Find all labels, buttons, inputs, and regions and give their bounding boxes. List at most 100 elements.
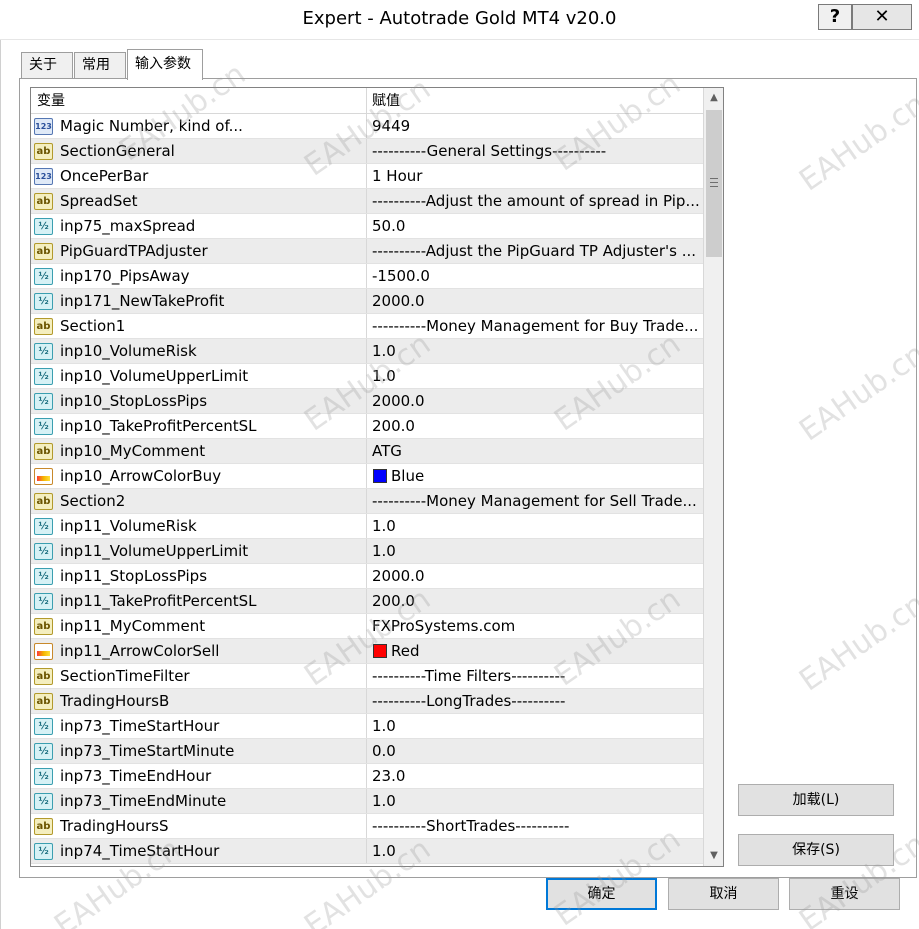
save-button[interactable]: 保存(S) [738,834,894,866]
variable-cell[interactable]: inp10_ArrowColorBuy [31,464,367,488]
value-cell[interactable]: 2000.0 [367,389,703,413]
tab-common[interactable]: 常用 [74,52,126,79]
value-cell[interactable]: 9449 [367,114,703,138]
table-row[interactable]: inp10_ArrowColorBuy Blue [31,464,703,489]
grid-scrollbar[interactable]: ▲ ▼ [703,88,723,866]
value-cell[interactable]: ----------Adjust the amount of spread in… [367,189,703,213]
value-cell[interactable]: 1.0 [367,789,703,813]
table-row[interactable]: ½ inp73_TimeEndHour 23.0 [31,764,703,789]
column-header-value[interactable]: 赋值 [367,88,703,114]
value-cell[interactable]: 200.0 [367,589,703,613]
value-cell[interactable]: -1500.0 [367,264,703,288]
variable-cell[interactable]: ½ inp10_VolumeUpperLimit [31,364,367,388]
value-cell[interactable]: 2000.0 [367,289,703,313]
table-row[interactable]: ½ inp73_TimeStartMinute 0.0 [31,739,703,764]
load-button[interactable]: 加载(L) [738,784,894,816]
variable-cell[interactable]: ½ inp73_TimeEndMinute [31,789,367,813]
variable-cell[interactable]: inp11_ArrowColorSell [31,639,367,663]
value-cell[interactable]: Blue [367,464,703,488]
table-row[interactable]: inp11_ArrowColorSell Red [31,639,703,664]
value-cell[interactable]: 1 Hour [367,164,703,188]
table-row[interactable]: ½ inp11_VolumeUpperLimit 1.0 [31,539,703,564]
variable-cell[interactable]: ½ inp171_NewTakeProfit [31,289,367,313]
table-row[interactable]: ½ inp10_VolumeRisk 1.0 [31,339,703,364]
value-cell[interactable]: 1.0 [367,364,703,388]
close-button[interactable]: ✕ [852,4,912,30]
variable-cell[interactable]: ½ inp73_TimeStartHour [31,714,367,738]
variable-cell[interactable]: ab SectionGeneral [31,139,367,163]
table-row[interactable]: ab Section2 ----------Money Management for… [31,489,703,514]
table-row[interactable]: ½ inp171_NewTakeProfit 2000.0 [31,289,703,314]
variable-cell[interactable]: ab PipGuardTPAdjuster [31,239,367,263]
variable-cell[interactable]: ½ inp11_VolumeUpperLimit [31,539,367,563]
variable-cell[interactable]: ab TradingHoursB [31,689,367,713]
table-row[interactable]: ½ inp10_StopLossPips 2000.0 [31,389,703,414]
reset-button[interactable]: 重设 [789,878,900,910]
scroll-up-icon[interactable]: ▲ [704,88,723,108]
tab-inputs[interactable]: 输入参数 [127,49,203,80]
table-row[interactable]: ab inp11_MyComment FXProSystems.com [31,614,703,639]
value-cell[interactable]: ----------Money Management for Sell Trad… [367,489,703,513]
variable-cell[interactable]: ab SpreadSet [31,189,367,213]
value-cell[interactable]: 50.0 [367,214,703,238]
table-row[interactable]: ½ inp75_maxSpread 50.0 [31,214,703,239]
value-cell[interactable]: ----------ShortTrades---------- [367,814,703,838]
variable-cell[interactable]: ½ inp10_TakeProfitPercentSL [31,414,367,438]
table-row[interactable]: 123 OncePerBar 1 Hour [31,164,703,189]
value-cell[interactable]: 23.0 [367,764,703,788]
variable-cell[interactable]: ab TradingHoursS [31,814,367,838]
value-cell[interactable]: ATG [367,439,703,463]
help-button[interactable]: ? [818,4,852,30]
value-cell[interactable]: ----------Adjust the PipGuard TP Adjuste… [367,239,703,263]
variable-cell[interactable]: ½ inp11_VolumeRisk [31,514,367,538]
value-cell[interactable]: ----------LongTrades---------- [367,689,703,713]
value-cell[interactable]: 1.0 [367,539,703,563]
variable-cell[interactable]: ab inp10_MyComment [31,439,367,463]
table-row[interactable]: ½ inp170_PipsAway -1500.0 [31,264,703,289]
value-cell[interactable]: Red [367,639,703,663]
table-row[interactable]: ab TradingHoursS ----------ShortTrades----… [31,814,703,839]
value-cell[interactable]: ----------Time Filters---------- [367,664,703,688]
value-cell[interactable]: 2000.0 [367,564,703,588]
value-cell[interactable]: ----------General Settings---------- [367,139,703,163]
variable-cell[interactable]: ab SectionTimeFilter [31,664,367,688]
table-row[interactable]: ½ inp11_VolumeRisk 1.0 [31,514,703,539]
value-cell[interactable]: 0.0 [367,739,703,763]
table-row[interactable]: ½ inp74_TimeStartHour 1.0 [31,839,703,864]
value-cell[interactable]: ----------Money Management for Buy Trade… [367,314,703,338]
value-cell[interactable]: 1.0 [367,514,703,538]
table-row[interactable]: ½ inp11_TakeProfitPercentSL 200.0 [31,589,703,614]
scroll-down-icon[interactable]: ▼ [704,846,723,866]
table-row[interactable]: ab TradingHoursB ----------LongTrades-----… [31,689,703,714]
table-row[interactable]: ab inp10_MyComment ATG [31,439,703,464]
variable-cell[interactable]: ½ inp11_TakeProfitPercentSL [31,589,367,613]
value-cell[interactable]: 1.0 [367,714,703,738]
ok-button[interactable]: 确定 [546,878,657,910]
variable-cell[interactable]: 123 OncePerBar [31,164,367,188]
variable-cell[interactable]: 123 Magic Number, kind of... [31,114,367,138]
table-row[interactable]: ½ inp73_TimeEndMinute 1.0 [31,789,703,814]
scroll-thumb[interactable] [706,110,722,257]
variable-cell[interactable]: ab Section2 [31,489,367,513]
table-row[interactable]: ab PipGuardTPAdjuster ----------Adjust the… [31,239,703,264]
variable-cell[interactable]: ½ inp10_StopLossPips [31,389,367,413]
variable-cell[interactable]: ½ inp10_VolumeRisk [31,339,367,363]
table-row[interactable]: 123 Magic Number, kind of... 9449 [31,114,703,139]
tab-about[interactable]: 关于 [21,52,73,79]
value-cell[interactable]: 1.0 [367,339,703,363]
table-row[interactable]: ab SectionGeneral ----------General Settin… [31,139,703,164]
variable-cell[interactable]: ½ inp170_PipsAway [31,264,367,288]
table-row[interactable]: ab SpreadSet ----------Adjust the amount o… [31,189,703,214]
variable-cell[interactable]: ½ inp73_TimeStartMinute [31,739,367,763]
value-cell[interactable]: 1.0 [367,839,703,863]
variable-cell[interactable]: ½ inp75_maxSpread [31,214,367,238]
table-row[interactable]: ½ inp11_StopLossPips 2000.0 [31,564,703,589]
variable-cell[interactable]: ab inp11_MyComment [31,614,367,638]
table-row[interactable]: ½ inp10_TakeProfitPercentSL 200.0 [31,414,703,439]
variable-cell[interactable]: ½ inp11_StopLossPips [31,564,367,588]
value-cell[interactable]: FXProSystems.com [367,614,703,638]
table-row[interactable]: ½ inp73_TimeStartHour 1.0 [31,714,703,739]
value-cell[interactable]: 200.0 [367,414,703,438]
variable-cell[interactable]: ab Section1 [31,314,367,338]
cancel-button[interactable]: 取消 [668,878,779,910]
